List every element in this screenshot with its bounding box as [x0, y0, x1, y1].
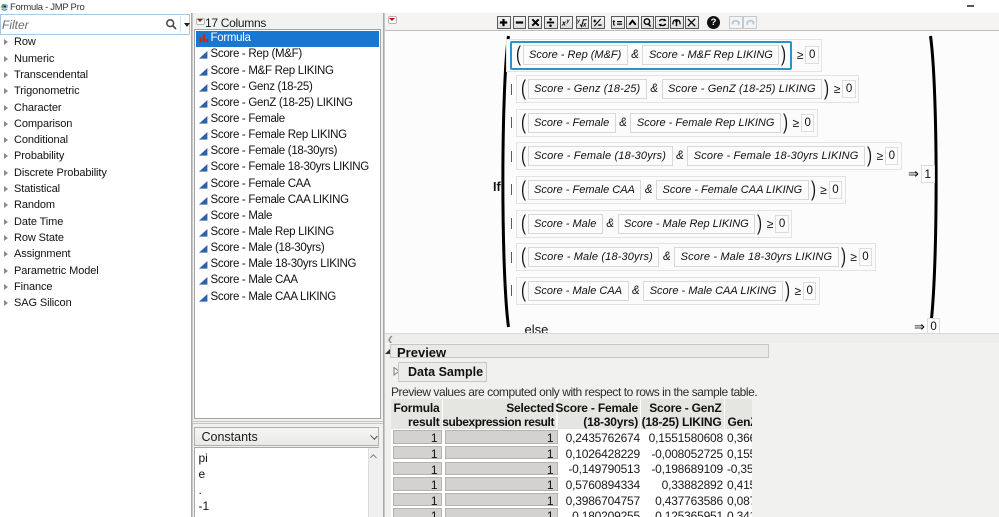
- svg-text:y: y: [566, 18, 571, 24]
- svg-text:x: x: [582, 22, 587, 27]
- svg-text:t: t: [613, 18, 616, 27]
- svg-text:y: y: [577, 18, 581, 24]
